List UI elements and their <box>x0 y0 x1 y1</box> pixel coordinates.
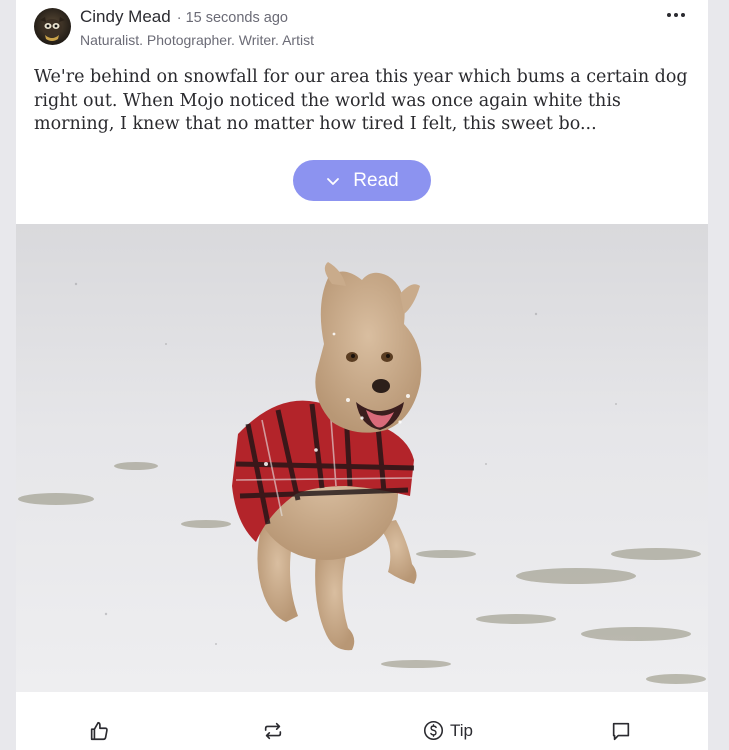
post-photo[interactable] <box>16 224 708 692</box>
tip-button[interactable]: Tip <box>423 720 473 741</box>
chevron-down-icon <box>327 177 340 185</box>
comment-button[interactable] <box>610 720 632 742</box>
tip-label: Tip <box>450 720 473 740</box>
more-horizontal-icon <box>667 13 685 17</box>
author-name[interactable]: Cindy Mead <box>80 7 171 26</box>
page: Cindy Mead · 15 seconds ago Naturalist. Ph… <box>0 0 729 750</box>
dollar-circle-icon <box>423 720 444 741</box>
comment-icon <box>612 722 630 741</box>
post-timestamp[interactable]: 15 seconds ago <box>186 10 288 26</box>
avatar-image <box>34 8 71 45</box>
dog-in-snow-photo <box>16 224 708 692</box>
repost-icon <box>264 722 282 740</box>
author-line: Cindy Mead · 15 seconds ago <box>80 7 288 27</box>
repost-button[interactable] <box>262 720 284 742</box>
post-body-text: We're behind on snowfall for our area th… <box>34 67 688 134</box>
post-card: Cindy Mead · 15 seconds ago Naturalist. Ph… <box>16 0 708 750</box>
author-bio: Naturalist. Photographer. Writer. Artist <box>80 32 314 48</box>
like-button[interactable] <box>88 720 110 742</box>
post-header: Cindy Mead · 15 seconds ago Naturalist. Ph… <box>16 0 708 60</box>
avatar[interactable] <box>34 8 71 45</box>
post-actions: Tip <box>16 708 708 750</box>
more-options-button[interactable] <box>662 4 690 26</box>
read-more-button[interactable]: Read <box>293 160 431 201</box>
read-label: Read <box>353 169 399 191</box>
separator-dot: · <box>176 10 182 26</box>
thumbs-up-icon <box>90 721 108 741</box>
